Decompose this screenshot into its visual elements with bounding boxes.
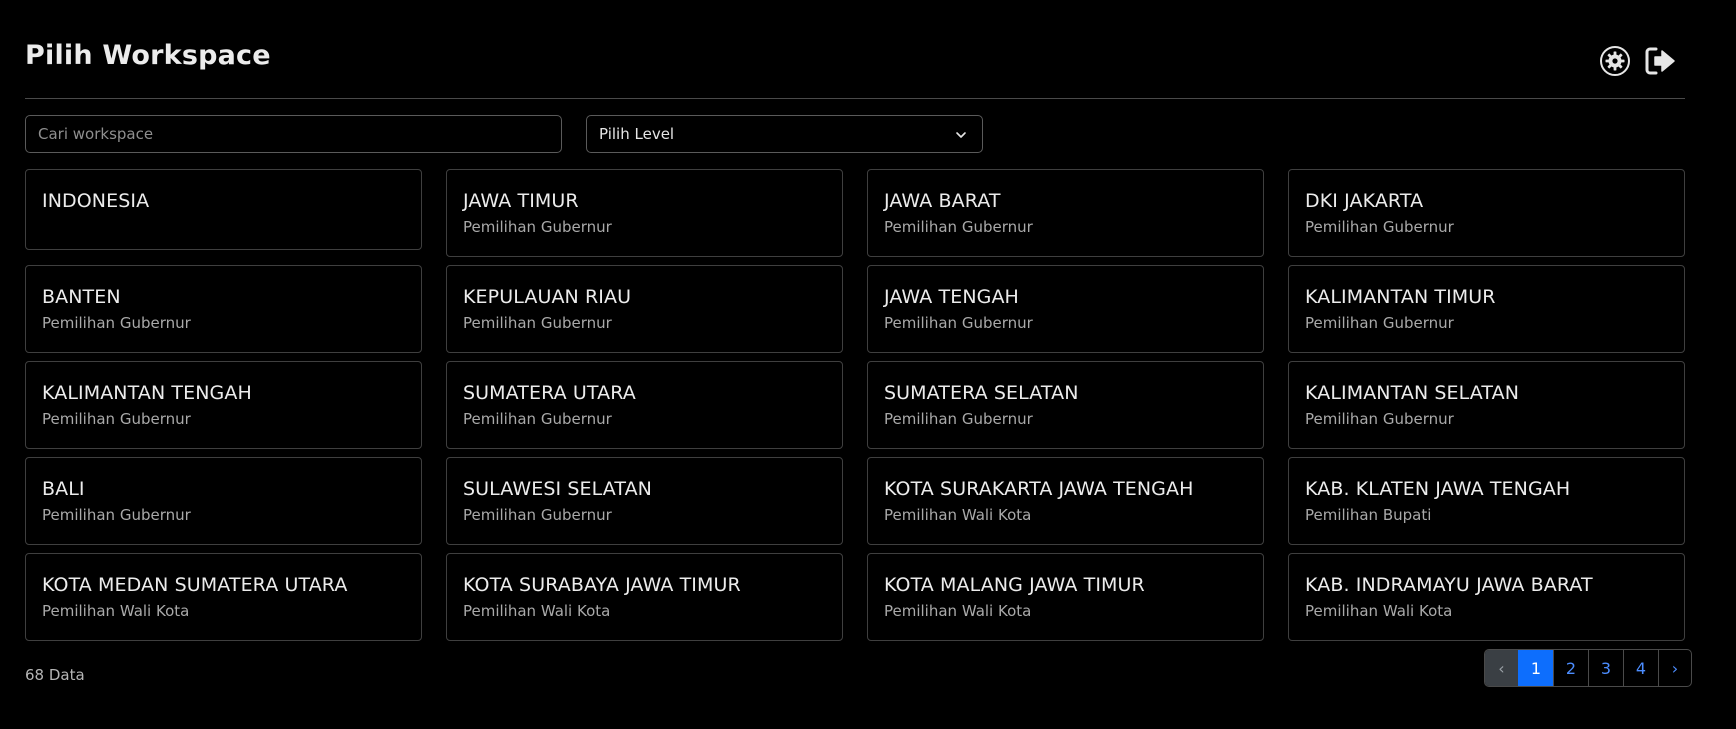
- workspace-election-type: Pemilihan Gubernur: [1305, 218, 1454, 236]
- workspace-election-type: Pemilihan Wali Kota: [884, 506, 1032, 524]
- workspace-election-type: Pemilihan Wali Kota: [884, 602, 1032, 620]
- workspace-name: SUMATERA UTARA: [463, 382, 636, 404]
- level-select-value: Pilih Level: [599, 125, 675, 143]
- workspace-election-type: Pemilihan Gubernur: [884, 410, 1033, 428]
- logout-button[interactable]: [1645, 45, 1677, 77]
- workspace-name: KOTA MALANG JAWA TIMUR: [884, 574, 1145, 596]
- workspace-election-type: Pemilihan Wali Kota: [42, 602, 190, 620]
- workspace-election-type: Pemilihan Gubernur: [1305, 410, 1454, 428]
- workspace-election-type: Pemilihan Gubernur: [463, 506, 612, 524]
- page-title: Pilih Workspace: [25, 40, 271, 71]
- workspace-name: JAWA BARAT: [884, 190, 1001, 212]
- workspace-card[interactable]: JAWA TIMUR Pemilihan Gubernur: [446, 169, 843, 257]
- workspace-election-type: Pemilihan Gubernur: [463, 218, 612, 236]
- workspace-card[interactable]: DKI JAKARTA Pemilihan Gubernur: [1288, 169, 1685, 257]
- workspace-name: SUMATERA SELATAN: [884, 382, 1079, 404]
- workspace-name: KOTA SURABAYA JAWA TIMUR: [463, 574, 741, 596]
- pagination-next-button[interactable]: ›: [1658, 650, 1691, 686]
- workspace-card[interactable]: JAWA TENGAH Pemilihan Gubernur: [867, 265, 1264, 353]
- gear-icon: [1600, 46, 1630, 76]
- workspace-card[interactable]: KOTA SURABAYA JAWA TIMUR Pemilihan Wali K…: [446, 553, 843, 641]
- workspace-election-type: Pemilihan Gubernur: [1305, 314, 1454, 332]
- workspace-name: SULAWESI SELATAN: [463, 478, 652, 500]
- workspace-card[interactable]: BANTEN Pemilihan Gubernur: [25, 265, 422, 353]
- workspace-card[interactable]: INDONESIA: [25, 169, 422, 250]
- pagination-page-4[interactable]: 4: [1623, 650, 1658, 686]
- workspace-election-type: Pemilihan Gubernur: [42, 506, 191, 524]
- workspace-card[interactable]: SUMATERA UTARA Pemilihan Gubernur: [446, 361, 843, 449]
- workspace-card[interactable]: KAB. INDRAMAYU JAWA BARAT Pemilihan Wali …: [1288, 553, 1685, 641]
- workspace-election-type: Pemilihan Gubernur: [884, 314, 1033, 332]
- workspace-name: KAB. KLATEN JAWA TENGAH: [1305, 478, 1571, 500]
- workspace-card[interactable]: KAB. KLATEN JAWA TENGAH Pemilihan Bupati: [1288, 457, 1685, 545]
- workspace-page: Pilih Workspace Cari workspace Pilih Lev…: [0, 0, 1736, 729]
- workspace-name: KALIMANTAN TIMUR: [1305, 286, 1496, 308]
- workspace-election-type: Pemilihan Gubernur: [463, 314, 612, 332]
- pagination-page-3[interactable]: 3: [1588, 650, 1623, 686]
- logout-icon: [1645, 47, 1675, 75]
- workspace-election-type: Pemilihan Gubernur: [884, 218, 1033, 236]
- workspace-name: KOTA SURAKARTA JAWA TENGAH: [884, 478, 1194, 500]
- pagination-prev-button[interactable]: ‹: [1485, 650, 1518, 686]
- workspace-name: BANTEN: [42, 286, 121, 308]
- workspace-name: DKI JAKARTA: [1305, 190, 1424, 212]
- workspace-name: INDONESIA: [42, 190, 150, 212]
- level-select[interactable]: Pilih Level: [586, 115, 983, 153]
- workspace-card[interactable]: KALIMANTAN SELATAN Pemilihan Gubernur: [1288, 361, 1685, 449]
- workspace-name: KEPULAUAN RIAU: [463, 286, 632, 308]
- workspace-card[interactable]: JAWA BARAT Pemilihan Gubernur: [867, 169, 1264, 257]
- chevron-down-icon: [956, 132, 966, 138]
- workspace-name: JAWA TIMUR: [463, 190, 579, 212]
- search-input[interactable]: [25, 115, 562, 153]
- workspace-name: KALIMANTAN TENGAH: [42, 382, 252, 404]
- workspace-election-type: Pemilihan Wali Kota: [463, 602, 611, 620]
- workspace-card[interactable]: SULAWESI SELATAN Pemilihan Gubernur: [446, 457, 843, 545]
- workspace-name: KAB. INDRAMAYU JAWA BARAT: [1305, 574, 1593, 596]
- workspace-card[interactable]: KOTA MALANG JAWA TIMUR Pemilihan Wali Kot…: [867, 553, 1264, 641]
- pagination-page-1[interactable]: 1: [1518, 650, 1553, 686]
- workspace-card[interactable]: KEPULAUAN RIAU Pemilihan Gubernur: [446, 265, 843, 353]
- workspace-name: KOTA MEDAN SUMATERA UTARA: [42, 574, 348, 596]
- workspace-election-type: Pemilihan Bupati: [1305, 506, 1432, 524]
- workspace-election-type: Pemilihan Gubernur: [42, 314, 191, 332]
- settings-button[interactable]: [1599, 45, 1631, 77]
- workspace-election-type: Pemilihan Gubernur: [463, 410, 612, 428]
- workspace-election-type: Pemilihan Wali Kota: [1305, 602, 1453, 620]
- workspace-card[interactable]: KOTA MEDAN SUMATERA UTARA Pemilihan Wali …: [25, 553, 422, 641]
- header-actions: [1599, 45, 1677, 77]
- workspace-name: BALI: [42, 478, 85, 500]
- total-count: 68 Data: [25, 666, 85, 684]
- workspace-card[interactable]: KALIMANTAN TENGAH Pemilihan Gubernur: [25, 361, 422, 449]
- page-header: Pilih Workspace: [25, 36, 1685, 99]
- workspace-election-type: Pemilihan Gubernur: [42, 410, 191, 428]
- workspace-card[interactable]: KOTA SURAKARTA JAWA TENGAH Pemilihan Wali…: [867, 457, 1264, 545]
- pagination-page-2[interactable]: 2: [1553, 650, 1588, 686]
- workspace-card[interactable]: KALIMANTAN TIMUR Pemilihan Gubernur: [1288, 265, 1685, 353]
- workspace-card[interactable]: BALI Pemilihan Gubernur: [25, 457, 422, 545]
- workspace-name: KALIMANTAN SELATAN: [1305, 382, 1520, 404]
- workspace-card[interactable]: SUMATERA SELATAN Pemilihan Gubernur: [867, 361, 1264, 449]
- pagination: ‹ 1 2 3 4 ›: [1484, 649, 1692, 687]
- workspace-name: JAWA TENGAH: [884, 286, 1019, 308]
